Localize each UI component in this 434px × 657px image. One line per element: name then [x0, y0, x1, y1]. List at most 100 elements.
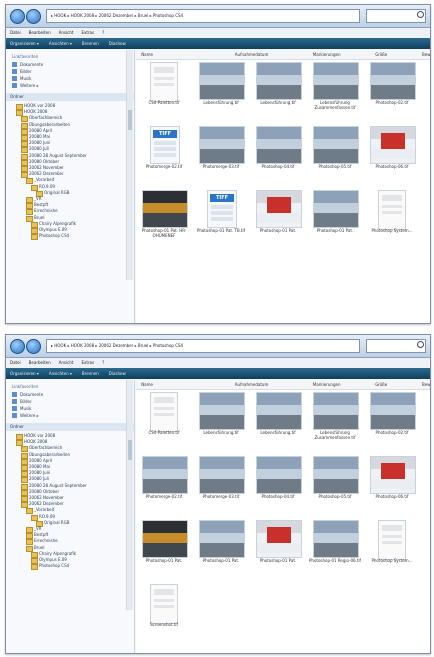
menu-item[interactable]: ? — [102, 360, 104, 365]
menu-item[interactable]: ? — [102, 30, 104, 35]
folder-tree-item[interactable]: RO.9.09 — [31, 514, 55, 521]
menu-item[interactable]: Datei — [10, 360, 21, 365]
file-item[interactable]: Photoshop-06.tif — [366, 126, 418, 182]
folder-tree-item[interactable]: Original RGB — [36, 190, 70, 197]
menu-item[interactable]: Extras — [81, 30, 94, 35]
folder-tree-item[interactable]: Bestpft — [26, 532, 48, 540]
file-item[interactable]: Photomerge-03.tif — [195, 126, 247, 182]
column-header[interactable]: Bewertung — [422, 50, 430, 59]
breadcrumb[interactable]: ▸ HOOK ▸ HOOK 2008 ▸ 20062 Dezember ▸ Br… — [46, 9, 360, 23]
folder-tree-item[interactable]: 20080 Oktober — [21, 489, 59, 496]
file-item[interactable]: Photoshop System... — [366, 520, 418, 576]
file-item[interactable]: Photomerge-03.tif — [195, 456, 247, 512]
file-item[interactable]: Photoshop-01 Pat. — [309, 190, 361, 246]
forward-button[interactable] — [26, 339, 41, 354]
favorite-link[interactable]: Bilder — [12, 398, 32, 405]
folder-tree-item[interactable]: Photoshop CS4 — [31, 563, 69, 571]
folder-tree-item[interactable]: 20080 Mai — [21, 134, 50, 141]
column-header[interactable]: Bewertung — [422, 380, 430, 389]
folder-tree-item[interactable]: Original RGB — [36, 520, 70, 527]
file-item[interactable]: Photomerge-02.tif — [138, 456, 190, 512]
folder-tree-item[interactable]: 20080 Juni — [21, 140, 50, 148]
folder-tree-item[interactable]: Bruel — [26, 545, 45, 552]
column-header[interactable]: Größe — [375, 50, 387, 59]
folder-tree-item[interactable]: HOOK 2008 — [16, 439, 47, 447]
favorite-link[interactable]: Dokumente — [12, 391, 43, 398]
folder-tree-item[interactable]: RO.9.09 — [31, 184, 55, 191]
file-item[interactable]: Lebensführung.tif — [195, 62, 247, 118]
search-input[interactable] — [366, 9, 426, 23]
file-item[interactable]: Lebensführung.tif — [252, 62, 304, 118]
file-item[interactable]: Photoshop-01 Pat. — [138, 520, 190, 576]
breadcrumb[interactable]: ▸ HOOK ▸ HOOK 2008 ▸ 20062 Dezember ▸ Br… — [46, 339, 360, 353]
folder-tree-item[interactable]: _VR — [26, 196, 42, 203]
column-header[interactable]: Name — [141, 50, 153, 59]
file-item[interactable]: Photoshop-02.tif — [366, 392, 418, 448]
favorite-link[interactable]: Weitere ▸ — [12, 412, 39, 419]
folder-tree-item[interactable]: Übungsaberarbeiten — [21, 122, 70, 129]
menu-item[interactable]: Ansicht — [59, 30, 74, 35]
menu-item[interactable]: Datei — [10, 30, 21, 35]
folder-tree-item[interactable]: Oberfachbereich — [21, 115, 62, 123]
file-item[interactable]: Photoshop-01 Pat. HR-OHUMENEF — [138, 190, 190, 246]
file-item[interactable]: Lebensführung Zusammenfassen.tif — [309, 392, 361, 448]
folder-tree-item[interactable]: 20080 28 August September — [21, 483, 87, 490]
column-header[interactable]: Markierungen — [313, 380, 341, 389]
folder-tree-item[interactable]: Oberfachbereich — [21, 445, 62, 453]
file-item[interactable]: TIFF Photomerge-02.tif — [138, 126, 190, 182]
folder-tree-item[interactable]: 20062 Dezember — [21, 171, 64, 179]
file-item[interactable]: Photoshop-05.tif — [309, 456, 361, 512]
toolbar-button[interactable]: Brennen — [82, 41, 99, 46]
scrollbar-thumb[interactable] — [128, 110, 132, 130]
column-header[interactable]: Aufnahmedatum — [235, 50, 269, 59]
folder-tree-item[interactable]: 20080 28 August September — [21, 153, 87, 160]
column-header[interactable]: Aufnahmedatum — [235, 380, 269, 389]
folder-tree-item[interactable]: _VR — [26, 526, 42, 533]
file-item[interactable]: Photoshop-01 Pat. — [252, 520, 304, 576]
folder-tree-item[interactable]: 20080 April — [21, 458, 52, 465]
toolbar-button[interactable]: Brennen — [82, 371, 99, 376]
file-item[interactable]: Lebensführung.tif — [195, 392, 247, 448]
folder-tree-item[interactable]: HOOK vor 2008 — [16, 433, 55, 440]
file-item[interactable]: Photoshop System... — [366, 190, 418, 246]
file-item[interactable]: Photoshop-01 Pat. — [252, 190, 304, 246]
toolbar-button[interactable]: Diashow — [109, 371, 126, 376]
tree-scrollbar[interactable] — [126, 50, 133, 280]
scrollbar-thumb[interactable] — [128, 440, 132, 460]
favorite-link[interactable]: Musik — [12, 405, 32, 412]
back-button[interactable] — [10, 339, 25, 354]
toolbar-button[interactable]: Ansichten ▾ — [49, 41, 72, 46]
menu-item[interactable]: Ansicht — [59, 360, 74, 365]
folder-tree-item[interactable]: Bestpft — [26, 202, 48, 210]
file-item[interactable]: Screenshot.tif — [138, 584, 190, 640]
folder-tree-item[interactable]: 20080 Juli — [21, 146, 49, 154]
file-item[interactable]: Lebensführung Zusammenfassen.tif — [309, 62, 361, 118]
search-icon[interactable] — [417, 341, 424, 348]
favorite-link[interactable]: Musik — [12, 75, 32, 82]
file-item[interactable]: Photoshop-06.tif — [366, 456, 418, 512]
back-button[interactable] — [10, 9, 25, 24]
folder-tree-item[interactable]: Olympus E.09 — [31, 227, 67, 234]
folder-tree-item[interactable]: _Vorarbeit — [26, 507, 54, 515]
file-item[interactable]: Lebensführung.tif — [252, 392, 304, 448]
folder-tree-item[interactable]: Errechnishe — [26, 538, 58, 546]
folder-tree-item[interactable]: 20080 Juni — [21, 470, 50, 478]
search-input[interactable] — [366, 339, 426, 353]
folder-tree-item[interactable]: HOOK vor 2008 — [16, 103, 55, 110]
search-icon[interactable] — [417, 11, 424, 18]
folder-tree-item[interactable]: Photoshop CS4 — [31, 233, 69, 241]
file-item[interactable]: Photoshop-05.tif — [309, 126, 361, 182]
folder-tree-item[interactable]: 20080 Mai — [21, 464, 50, 471]
tree-scrollbar[interactable] — [126, 380, 133, 610]
folders-header[interactable]: Ordner — [6, 423, 134, 431]
column-header[interactable]: Markierungen — [313, 50, 341, 59]
folder-tree-item[interactable]: Olympus E.09 — [31, 557, 67, 564]
file-item[interactable]: Photoshop-01 Pat. — [195, 520, 247, 576]
folder-tree-item[interactable]: 20062 Dezember — [21, 501, 64, 509]
folder-tree-item[interactable]: Chairy Alpengrafik — [31, 551, 76, 558]
menu-item[interactable]: Bearbeiten — [29, 30, 51, 35]
folder-tree-item[interactable]: 20080 April — [21, 128, 52, 135]
forward-button[interactable] — [26, 9, 41, 24]
favorite-link[interactable]: Dokumente — [12, 61, 43, 68]
file-item[interactable]: CS4-Paletten.tif — [138, 392, 190, 448]
